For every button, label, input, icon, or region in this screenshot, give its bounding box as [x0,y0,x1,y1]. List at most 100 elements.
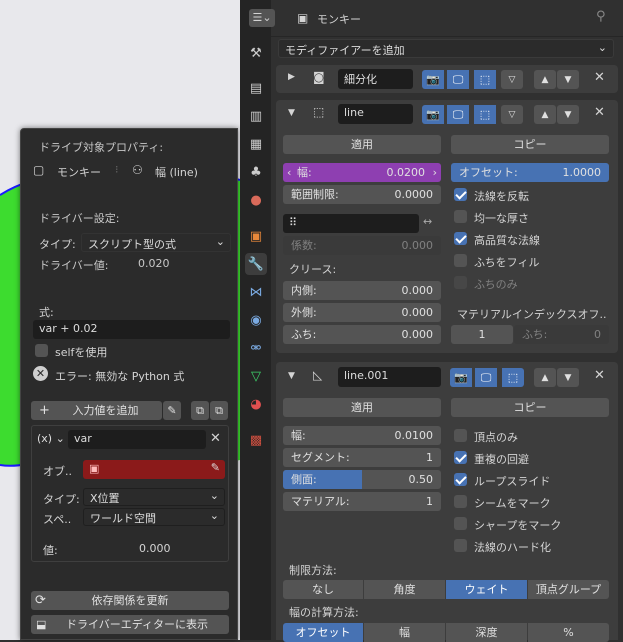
width-method-width-option[interactable]: 幅 [364,623,445,642]
cage-icon[interactable]: ▽ [501,70,523,89]
copy-button[interactable]: コピー [451,135,609,154]
modifier-name-field[interactable]: line [338,104,413,124]
viewport-display-icon[interactable]: 🖵 [475,368,497,387]
add-input-button[interactable]: + 入力値を追加 [31,401,162,420]
cage-icon[interactable]: ▽ [501,105,523,124]
increment-arrow-icon[interactable]: › [433,163,437,182]
hq-normals-checkbox[interactable] [454,232,467,245]
move-up-icon[interactable]: ▲ [534,70,556,89]
material-field[interactable]: マテリアル: 1 [283,492,441,511]
world-tab-icon[interactable]: ● [245,189,267,211]
inner-crease-field[interactable]: 内側: 0.000 [283,281,441,300]
view-layer-tab-icon[interactable]: ▦ [245,133,267,155]
data-tab-icon[interactable]: ▽ [245,365,267,387]
mark-sharp-checkbox[interactable] [454,517,467,530]
constraints-tab-icon[interactable]: ⚮ [245,337,267,359]
limit-weight-option[interactable]: ウェイト [446,580,527,599]
move-down-icon[interactable]: ▼ [557,105,579,124]
viewport-display-icon[interactable]: 🖵 [447,105,469,124]
variable-name-field[interactable]: var [68,430,206,449]
output-tab-icon[interactable]: ▥ [245,105,267,127]
eyedropper-button[interactable]: ✎ [163,401,181,420]
transform-type-value: X位置 [90,492,120,505]
side-slider[interactable]: 側面: 0.50 [283,470,441,489]
apply-button[interactable]: 適用 [283,398,441,417]
width-method-offset-option[interactable]: オフセット [283,623,363,642]
move-up-icon[interactable]: ▲ [534,105,556,124]
update-dependencies-button[interactable]: ⟳ 依存関係を更新 [31,591,229,610]
editmode-icon[interactable]: ⬚ [502,368,524,387]
material-tab-icon[interactable]: ◕ [245,393,267,415]
flip-normals-checkbox[interactable] [454,188,467,201]
limit-vertex-group-option[interactable]: 頂点グループ [528,580,609,599]
decrement-arrow-icon[interactable]: ‹ [287,163,291,182]
add-modifier-dropdown[interactable]: モディファイアーを追加 ⌄ [278,39,614,58]
texture-tab-icon[interactable]: ▩ [245,429,267,451]
modifier-name-field[interactable]: 細分化 [338,69,413,89]
harden-normals-checkbox[interactable] [454,539,467,552]
object-tab-icon[interactable]: ▣ [245,225,267,247]
factor-field[interactable]: 係数: 0.000 [283,236,441,255]
copy-button[interactable]: コピー [451,398,609,417]
limit-angle-option[interactable]: 角度 [364,580,445,599]
width-method-percent-option[interactable]: % [528,623,609,642]
object-field[interactable]: ▣ ✎ [83,460,225,479]
invert-arrows-icon[interactable]: ↔ [423,215,432,228]
delete-modifier-icon[interactable]: ✕ [594,105,605,120]
even-thickness-checkbox[interactable] [454,210,467,223]
paste-vars-button[interactable]: ⧉ [210,401,228,420]
move-down-icon[interactable]: ▼ [557,368,579,387]
material-offset-field[interactable]: 1 [451,325,513,344]
remove-variable-icon[interactable]: ✕ [210,431,221,446]
modifier-tab-icon[interactable]: 🔧 [245,253,267,275]
variable-type-dropdown[interactable]: (x) ⌄ [37,432,65,445]
show-in-editor-button[interactable]: ⬓ ドライバーエディターに表示 [31,615,229,634]
fill-rim-checkbox[interactable] [454,254,467,267]
width-field[interactable]: ‹ 幅: 0.0200 › [283,163,441,182]
physics-tab-icon[interactable]: ◉ [245,309,267,331]
clamp-overlap-checkbox[interactable] [454,451,467,464]
modifier-name-field[interactable]: line.001 [338,367,441,387]
editor-type-icon[interactable]: ☰⌄ [249,9,275,27]
render-camera-icon[interactable]: 📷 [450,368,472,387]
collapse-arrow-icon[interactable]: ▼ [288,108,295,118]
outer-crease-field[interactable]: 外側: 0.000 [283,303,441,322]
particles-tab-icon[interactable]: ⋈ [245,281,267,303]
space-select[interactable]: ワールド空間 ⌄ [83,508,225,526]
rim-crease-field[interactable]: ふち: 0.000 [283,325,441,344]
transform-type-select[interactable]: X位置 ⌄ [83,488,225,506]
delete-modifier-icon[interactable]: ✕ [594,368,605,383]
render-camera-icon[interactable]: 📷 [422,70,444,89]
rim-only-checkbox[interactable] [454,276,467,289]
mark-seam-checkbox[interactable] [454,495,467,508]
render-camera-icon[interactable]: 📷 [422,105,444,124]
offset-field[interactable]: オフセット: 1.0000 [451,163,609,182]
expand-arrow-icon[interactable]: ▶ [288,72,295,82]
scene-tab-icon[interactable]: ♣ [245,161,267,183]
tool-tab-icon[interactable]: ⚒ [245,42,267,64]
width-method-depth-option[interactable]: 深度 [446,623,527,642]
editmode-icon[interactable]: ⬚ [474,70,496,89]
material-rim-field[interactable]: ふち: 0 [514,325,609,344]
limit-none-option[interactable]: なし [283,580,363,599]
clamp-field[interactable]: 範囲制限: 0.0000 [283,185,441,204]
eyedropper-icon[interactable]: ✎ [211,461,220,474]
segments-field[interactable]: セグメント: 1 [283,448,441,467]
move-up-icon[interactable]: ▲ [534,368,556,387]
driver-type-select[interactable]: スクリプト型の式 ⌄ [81,233,231,252]
pin-icon[interactable]: ⚲ [596,9,606,24]
use-self-checkbox[interactable] [35,344,48,357]
expression-field[interactable]: var + 0.02 [33,320,230,339]
viewport-display-icon[interactable]: 🖵 [447,70,469,89]
vertex-only-checkbox[interactable] [454,429,467,442]
bevel-width-field[interactable]: 幅: 0.0100 [283,426,441,445]
collapse-arrow-icon[interactable]: ▼ [288,371,295,381]
loop-slide-checkbox[interactable] [454,473,467,486]
copy-vars-button[interactable]: ⧉ [191,401,209,420]
apply-button[interactable]: 適用 [283,135,441,154]
vertex-group-field[interactable]: ⠿ [283,214,419,233]
move-down-icon[interactable]: ▼ [557,70,579,89]
delete-modifier-icon[interactable]: ✕ [594,70,605,85]
render-tab-icon[interactable]: ▤ [245,77,267,99]
editmode-icon[interactable]: ⬚ [474,105,496,124]
